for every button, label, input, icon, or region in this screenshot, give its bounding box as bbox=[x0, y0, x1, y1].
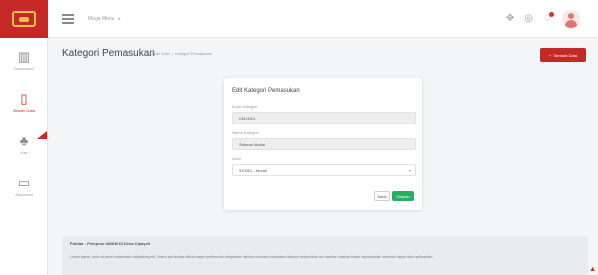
chevron-down-icon: ∨ bbox=[117, 16, 122, 22]
save-button[interactable]: Simpan bbox=[392, 191, 414, 201]
kode-kategori-input[interactable]: KM-0001 bbox=[232, 112, 416, 124]
top-bar-actions: ✥ ◎ ♢ bbox=[506, 10, 580, 28]
chart-icon: ▥ bbox=[17, 48, 31, 64]
sidebar-item-akuntansi[interactable]: ▭ Akuntansi bbox=[0, 166, 48, 206]
breadcrumb-item: Kategori Pemasukan bbox=[174, 51, 212, 56]
add-data-label: Tambah Data bbox=[553, 52, 578, 58]
footer-title: Pokdar - Pemprov UMKM Di Desa Cipayeh bbox=[70, 241, 151, 246]
hamburger-menu-icon[interactable] bbox=[62, 14, 74, 24]
sidebar-item-label: Kas bbox=[20, 149, 28, 155]
field-label-nama: Nama Kategori bbox=[232, 130, 259, 135]
nama-kategori-input[interactable]: Setoran Modal bbox=[232, 138, 416, 150]
mega-menu-dropdown[interactable]: Mega Menu ∨ bbox=[88, 12, 121, 26]
form-title: Edit Kategori Pemasukan bbox=[232, 88, 300, 94]
sidebar-item-label: Master Data bbox=[13, 107, 35, 113]
plus-icon: + bbox=[548, 52, 552, 58]
breadcrumb-item[interactable]: Master Data bbox=[148, 51, 170, 56]
sidebar-item-master-data[interactable]: ▯ Master Data bbox=[0, 82, 48, 122]
user-avatar-icon[interactable] bbox=[562, 10, 580, 28]
document-icon: ▯ bbox=[20, 90, 28, 106]
sidebar: ▥ Dashboard ▯ Master Data ♣ Kas ▭ Akunta… bbox=[0, 38, 48, 275]
akun-select[interactable]: 310001 - Modal ▾ bbox=[232, 164, 416, 176]
footer-text: Lorem ipsum, dolor sit amet consectetur … bbox=[70, 255, 434, 259]
akun-select-value: 310001 - Modal bbox=[239, 168, 267, 173]
add-data-button[interactable]: + Tambah Data bbox=[540, 48, 586, 62]
chevron-down-icon: ▾ bbox=[408, 168, 411, 173]
top-bar: Mega Menu ∨ ✥ ◎ ♢ bbox=[0, 0, 598, 38]
cancel-button[interactable]: Batal bbox=[374, 191, 390, 201]
breadcrumb: Master Data | Kategori Pemasukan bbox=[148, 51, 212, 56]
notification-icon[interactable]: ♢ bbox=[543, 10, 554, 28]
field-label-akun: Akun bbox=[232, 156, 242, 161]
sidebar-item-label: Akuntansi bbox=[15, 191, 33, 197]
footer-info: Pokdar - Pemprov UMKM Di Desa Cipayeh Lo… bbox=[62, 236, 588, 275]
logo-icon bbox=[12, 11, 36, 27]
breadcrumb-separator: | bbox=[171, 51, 173, 56]
info-icon[interactable]: ◎ bbox=[524, 10, 533, 28]
scroll-top-icon[interactable]: ▲ bbox=[589, 266, 596, 273]
settings-icon[interactable]: ✥ bbox=[506, 10, 514, 28]
mega-menu-label: Mega Menu bbox=[88, 16, 115, 22]
page-title: Kategori Pemasukan bbox=[62, 48, 155, 59]
book-icon: ▭ bbox=[17, 174, 31, 190]
app-logo[interactable] bbox=[0, 0, 48, 38]
money-icon: ♣ bbox=[19, 132, 29, 148]
edit-form-card: Edit Kategori Pemasukan Kode Kategori KM… bbox=[224, 78, 422, 210]
sidebar-item-label: Dashboard bbox=[14, 65, 34, 71]
field-label-kode: Kode Kategori bbox=[232, 104, 258, 109]
sidebar-item-kas[interactable]: ♣ Kas bbox=[0, 124, 48, 164]
sidebar-item-dashboard[interactable]: ▥ Dashboard bbox=[0, 40, 48, 80]
